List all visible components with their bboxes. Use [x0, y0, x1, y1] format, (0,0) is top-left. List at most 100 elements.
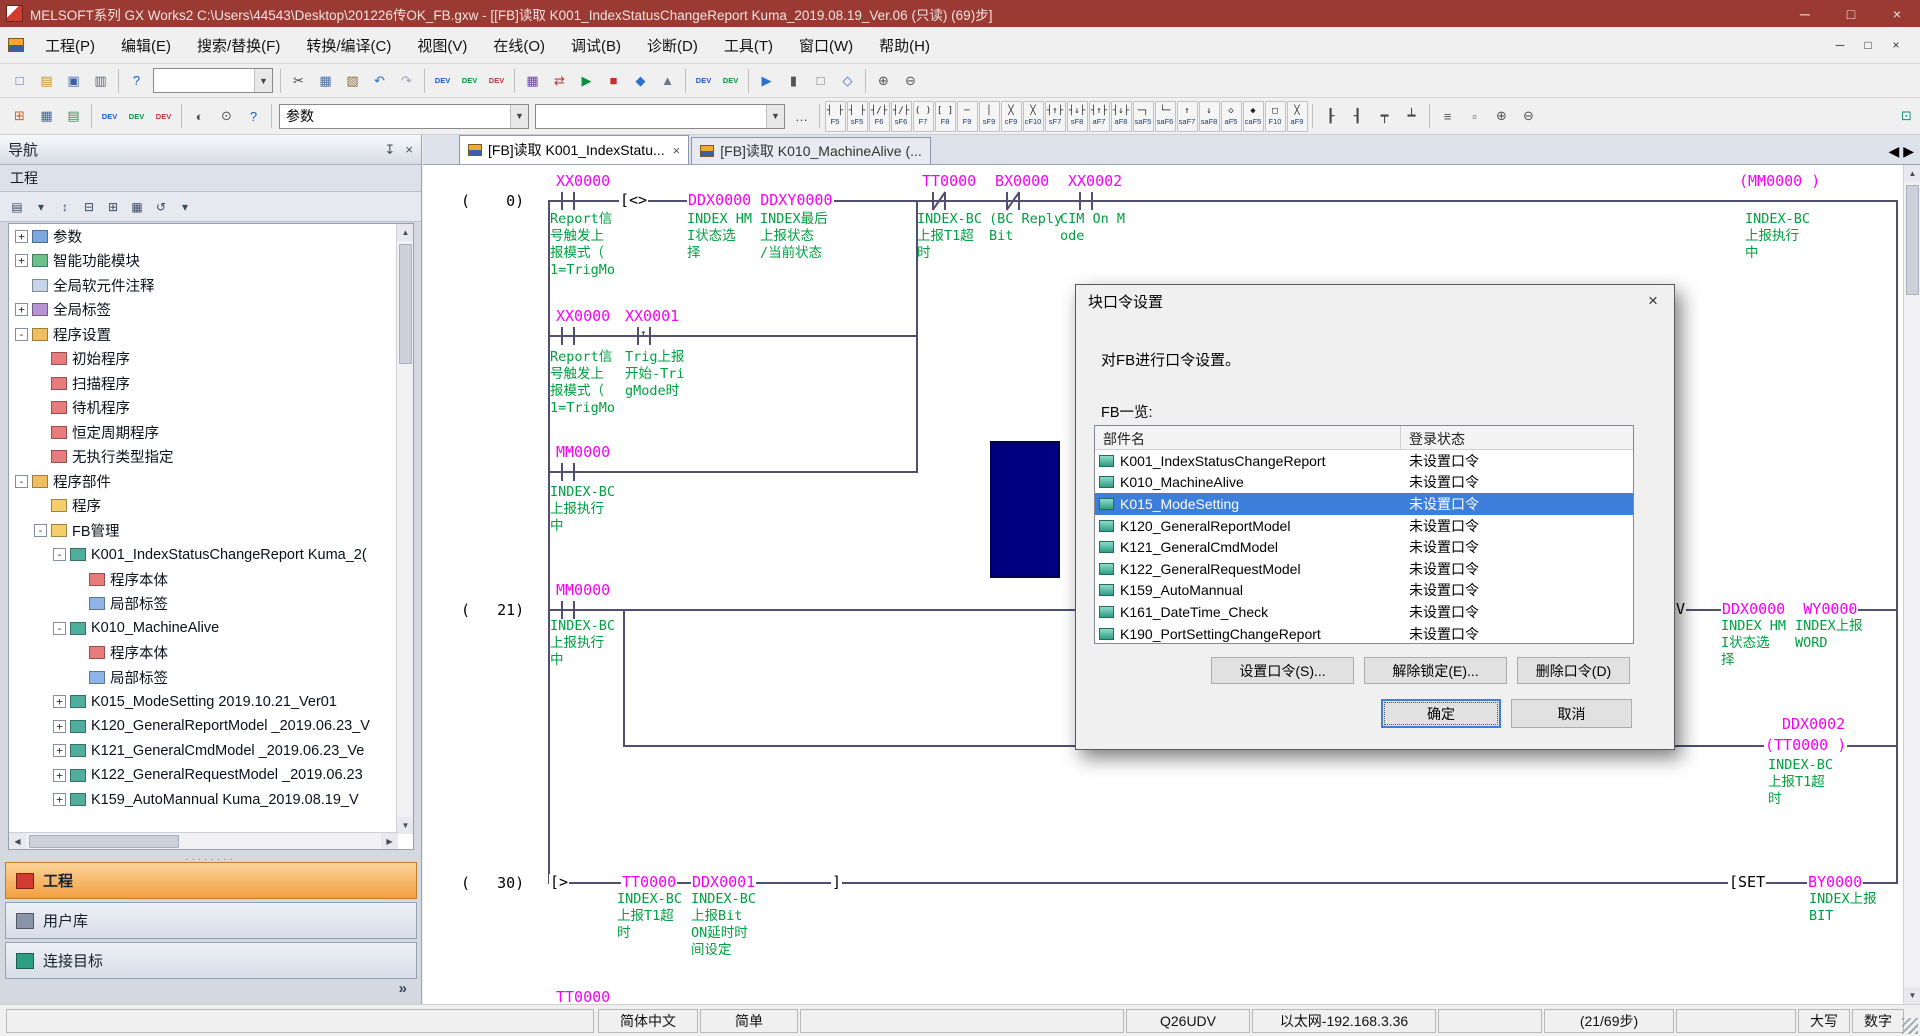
- minimize-button[interactable]: ─: [1782, 0, 1828, 27]
- menu-P[interactable]: 工程(P): [32, 27, 108, 63]
- collapse-icon[interactable]: -: [53, 548, 66, 561]
- run-icon[interactable]: ▶: [754, 68, 779, 93]
- monitor-stop-icon[interactable]: ■: [601, 68, 626, 93]
- ladder-symbol-sF5-button[interactable]: ┤ ├sF5: [847, 101, 868, 132]
- fb-list-row[interactable]: K190_PortSettingChangeReport未设置口令: [1095, 623, 1633, 645]
- ladder-symbol-saF8-button[interactable]: ↓saF8: [1199, 101, 1220, 132]
- ladder-contact[interactable]: [561, 327, 563, 345]
- dialog-close-button[interactable]: ×: [1636, 288, 1670, 314]
- ladder-view-icon[interactable]: ▦: [34, 104, 59, 129]
- ladder-contact[interactable]: [561, 463, 563, 481]
- scroll-right-icon[interactable]: ▶: [381, 833, 398, 850]
- child-close-icon[interactable]: ×: [1882, 33, 1910, 57]
- tree-item[interactable]: -K001_IndexStatusChangeReport Kuma_2(: [9, 543, 398, 568]
- dialog-button-D[interactable]: 删除口令(D): [1517, 657, 1630, 684]
- cut-icon[interactable]: ✂: [286, 68, 311, 93]
- expand-icon[interactable]: +: [15, 254, 28, 267]
- ladder-instruction-text[interactable]: ]: [831, 874, 842, 890]
- ladder-symbol-cF10-button[interactable]: ╳cF10: [1023, 101, 1044, 132]
- ladder-selection-cursor[interactable]: [990, 441, 1060, 578]
- zoom-out-icon[interactable]: ⊖: [898, 68, 923, 93]
- menu-O[interactable]: 在线(O): [480, 27, 558, 63]
- dialog-button-E[interactable]: 解除锁定(E)...: [1364, 657, 1507, 684]
- fb-list-row[interactable]: K159_AutoMannual未设置口令: [1095, 580, 1633, 602]
- monitor-start-icon[interactable]: ▶: [574, 68, 599, 93]
- fb-list-row[interactable]: K161_DateTime_Check未设置口令: [1095, 601, 1633, 623]
- more-panels-chevron[interactable]: »: [399, 980, 407, 997]
- fb-list-row[interactable]: K010_MachineAlive未设置口令: [1095, 472, 1633, 494]
- scroll-up-icon[interactable]: ▲: [397, 224, 414, 241]
- ladder-contact[interactable]: [1091, 192, 1093, 210]
- nav-button-连接目标[interactable]: 连接目标: [5, 942, 417, 979]
- print-icon[interactable]: ▥: [88, 68, 113, 93]
- expand-icon[interactable]: +: [53, 744, 66, 757]
- ladder-contact[interactable]: [561, 601, 563, 619]
- help-icon[interactable]: ?: [124, 68, 149, 93]
- tree-item[interactable]: +K121_GeneralCmdModel _2019.06.23_Ve: [9, 739, 398, 764]
- nav-tool-icon-6[interactable]: ↺: [150, 196, 172, 218]
- device-comment-icon[interactable]: DEV: [430, 68, 455, 93]
- tree-item[interactable]: +全局标签: [9, 298, 398, 323]
- tree-item[interactable]: +K120_GeneralReportModel _2019.06.23_V: [9, 714, 398, 739]
- expand-icon[interactable]: +: [15, 230, 28, 243]
- fb-list-row[interactable]: K120_GeneralReportModel未设置口令: [1095, 515, 1633, 537]
- chevron-down-icon[interactable]: ▼: [254, 69, 272, 92]
- delete-column-icon[interactable]: ┷: [1399, 104, 1424, 129]
- ladder-symbol-aF8-button[interactable]: ┤↓├aF8: [1111, 101, 1132, 132]
- collapse-icon[interactable]: -: [53, 622, 66, 635]
- tab-scroll-left-button[interactable]: ◀: [1888, 143, 1899, 160]
- cancel-button[interactable]: 取消: [1511, 699, 1632, 728]
- ladder-contact[interactable]: [637, 327, 639, 345]
- ladder-symbol-caF5-button[interactable]: ◆caF5: [1243, 101, 1264, 132]
- menu-B[interactable]: 调试(B): [558, 27, 634, 63]
- new-project-icon[interactable]: □: [7, 68, 32, 93]
- scroll-up-icon[interactable]: ▲: [1904, 165, 1920, 182]
- build-icon[interactable]: ▦: [520, 68, 545, 93]
- expand-icon[interactable]: +: [53, 793, 66, 806]
- editor-vertical-scrollbar[interactable]: ▲▼: [1903, 165, 1920, 1004]
- menu-D[interactable]: 诊断(D): [634, 27, 711, 63]
- fb-list-header[interactable]: 部件名 登录状态: [1095, 426, 1633, 450]
- quick-find-combo[interactable]: ▼: [153, 68, 273, 93]
- menu-T[interactable]: 工具(T): [711, 27, 786, 63]
- comment-toggle-icon[interactable]: ◐: [187, 104, 212, 129]
- nav-tool-icon-4[interactable]: ⊞: [102, 196, 124, 218]
- nav-tool-icon-0[interactable]: ▤: [6, 196, 28, 218]
- expand-icon[interactable]: +: [15, 303, 28, 316]
- ladder-contact[interactable]: [573, 463, 575, 481]
- menu-F[interactable]: 搜索/替换(F): [184, 27, 293, 63]
- ladder-contact[interactable]: [561, 192, 563, 210]
- menu-W[interactable]: 窗口(W): [786, 27, 866, 63]
- ladder-device-text[interactable]: DDX0002: [1782, 716, 1845, 732]
- tree-item[interactable]: 扫描程序: [9, 371, 398, 396]
- menu-C[interactable]: 转换/编译(C): [293, 27, 404, 63]
- child-window-icon[interactable]: [8, 38, 24, 52]
- tree-vertical-scrollbar[interactable]: ▲▼: [396, 224, 413, 834]
- ladder-symbol-F6-button[interactable]: ┤/├F6: [869, 101, 890, 132]
- menu-E[interactable]: 编辑(E): [108, 27, 184, 63]
- ladder-symbol-F7-button[interactable]: ( )F7: [913, 101, 934, 132]
- collapse-icon[interactable]: -: [34, 524, 47, 537]
- scroll-down-icon[interactable]: ▼: [1904, 987, 1920, 1004]
- insert-row-icon[interactable]: ┠: [1318, 104, 1343, 129]
- nav-button-工程[interactable]: 工程: [5, 862, 417, 899]
- child-minimize-icon[interactable]: ─: [1826, 33, 1854, 57]
- ladder-contact[interactable]: [573, 327, 575, 345]
- expand-icon[interactable]: +: [53, 695, 66, 708]
- docking-layout-icon[interactable]: ⊡: [1894, 104, 1919, 129]
- find-target-combo[interactable]: ▼: [535, 104, 785, 129]
- ladder-contact[interactable]: [573, 601, 575, 619]
- ladder-symbol-F10-button[interactable]: □F10: [1265, 101, 1286, 132]
- undo-icon[interactable]: ↶: [367, 68, 392, 93]
- expand-icon[interactable]: +: [53, 720, 66, 733]
- ladder-symbol-saF5-button[interactable]: ─┐saF5: [1133, 101, 1154, 132]
- tree-item[interactable]: 无执行类型指定: [9, 445, 398, 470]
- maximize-button[interactable]: □: [1828, 0, 1874, 27]
- redo-icon[interactable]: ↷: [394, 68, 419, 93]
- statement-edit-icon[interactable]: ▫: [1462, 104, 1487, 129]
- device-batch-icon[interactable]: DEV: [691, 68, 716, 93]
- tree-item[interactable]: 初始程序: [9, 347, 398, 372]
- menu-V[interactable]: 视图(V): [404, 27, 480, 63]
- nav-button-用户库[interactable]: 用户库: [5, 902, 417, 939]
- pin-icon[interactable]: ↧: [385, 142, 396, 158]
